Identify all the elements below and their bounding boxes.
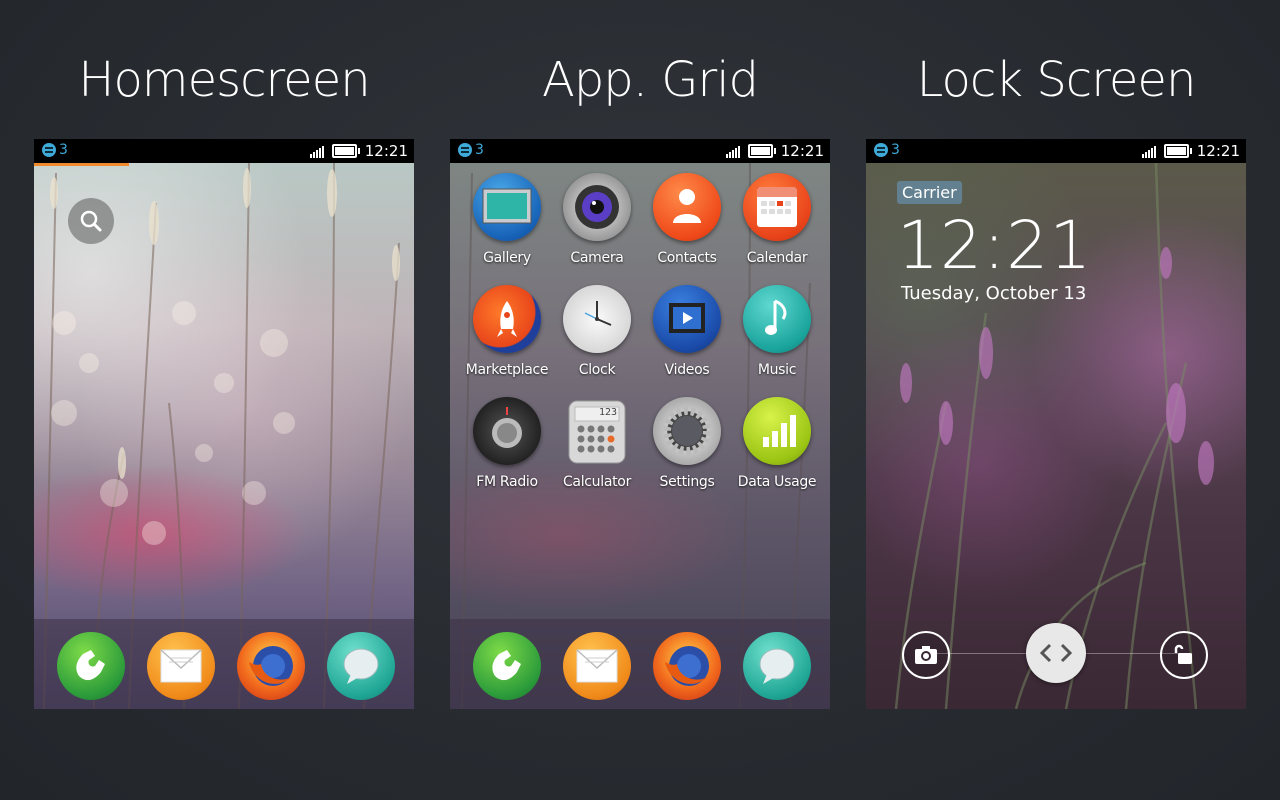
page-indicator bbox=[34, 163, 129, 166]
app-videos[interactable]: Videos bbox=[642, 285, 732, 378]
homescreen-heading: Homescreen bbox=[78, 52, 370, 108]
status-bar: 3 12:21 bbox=[34, 139, 414, 163]
dock bbox=[450, 619, 830, 709]
gallery-icon bbox=[473, 173, 541, 241]
status-time: 12:21 bbox=[1196, 142, 1240, 160]
carrier-label: Carrier bbox=[897, 181, 962, 204]
notification-indicator[interactable]: 3 bbox=[458, 142, 484, 158]
phone-icon[interactable] bbox=[473, 632, 541, 700]
lock-clock: 12:21 bbox=[897, 207, 1093, 284]
battery-icon bbox=[747, 144, 776, 158]
app-contacts[interactable]: Contacts bbox=[642, 173, 732, 266]
app-grid-heading: App. Grid bbox=[541, 52, 759, 108]
battery-icon bbox=[1163, 144, 1192, 158]
camera-icon bbox=[915, 646, 937, 664]
contacts-icon bbox=[653, 173, 721, 241]
app-label: Videos bbox=[664, 362, 710, 378]
signal-icon bbox=[1141, 145, 1156, 158]
settings-icon bbox=[653, 397, 721, 465]
dock bbox=[34, 619, 414, 709]
camera-icon bbox=[563, 173, 631, 241]
app-label: Contacts bbox=[657, 250, 717, 266]
firefox-icon[interactable] bbox=[653, 632, 721, 700]
calculator-icon: 123 bbox=[563, 397, 631, 465]
calendar-icon bbox=[743, 173, 811, 241]
status-bar: 3 12:21 bbox=[866, 139, 1246, 163]
app-marketplace[interactable]: Marketplace bbox=[462, 285, 552, 378]
app-label: Calendar bbox=[746, 250, 808, 266]
app-gallery[interactable]: Gallery bbox=[462, 173, 552, 266]
notification-count: 3 bbox=[475, 142, 484, 158]
signal-icon bbox=[725, 145, 740, 158]
app-camera[interactable]: Camera bbox=[552, 173, 642, 266]
app-music[interactable]: Music bbox=[732, 285, 822, 378]
calculator-display: 123 bbox=[598, 407, 617, 418]
phone-icon[interactable] bbox=[57, 632, 125, 700]
battery-icon bbox=[331, 144, 360, 158]
notification-indicator[interactable]: 3 bbox=[874, 142, 900, 158]
firefox-icon[interactable] bbox=[237, 632, 305, 700]
notification-icon bbox=[874, 143, 888, 157]
marketplace-icon bbox=[473, 285, 541, 353]
status-time: 12:21 bbox=[364, 142, 408, 160]
app-label: Clock bbox=[578, 362, 616, 378]
app-calculator[interactable]: 123 Calculator bbox=[552, 397, 642, 490]
search-icon bbox=[80, 210, 102, 232]
clock-icon bbox=[563, 285, 631, 353]
notification-count: 3 bbox=[59, 142, 68, 158]
data-usage-icon bbox=[743, 397, 811, 465]
unlock-icon bbox=[1174, 644, 1192, 664]
lock-screen-phone: 3 12:21 Carrier 12:21 Tuesday, October 1… bbox=[866, 139, 1246, 709]
app-grid-phone: 3 12:21 Gallery Camera Contacts Calendar… bbox=[450, 139, 830, 709]
unlock-button[interactable] bbox=[1160, 631, 1208, 679]
lock-date: Tuesday, October 13 bbox=[901, 283, 1087, 304]
homescreen-phone: 3 12:21 bbox=[34, 139, 414, 709]
app-calendar[interactable]: Calendar bbox=[732, 173, 822, 266]
app-label: Calculator bbox=[562, 474, 632, 490]
app-label: FM Radio bbox=[476, 474, 538, 490]
status-bar: 3 12:21 bbox=[450, 139, 830, 163]
messages-icon[interactable] bbox=[743, 632, 811, 700]
app-label: Data Usage bbox=[737, 474, 817, 490]
notification-icon bbox=[458, 143, 472, 157]
app-label: Settings bbox=[659, 474, 715, 490]
mail-icon[interactable] bbox=[563, 632, 631, 700]
unlock-slider-handle[interactable] bbox=[1026, 623, 1086, 683]
app-label: Marketplace bbox=[465, 362, 549, 378]
camera-button[interactable] bbox=[902, 631, 950, 679]
mail-icon[interactable] bbox=[147, 632, 215, 700]
app-clock[interactable]: Clock bbox=[552, 285, 642, 378]
notification-indicator[interactable]: 3 bbox=[42, 142, 68, 158]
signal-icon bbox=[309, 145, 324, 158]
notification-count: 3 bbox=[891, 142, 900, 158]
videos-icon bbox=[653, 285, 721, 353]
notification-icon bbox=[42, 143, 56, 157]
music-icon bbox=[743, 285, 811, 353]
app-fm-radio[interactable]: FM Radio bbox=[462, 397, 552, 490]
chevrons-icon bbox=[1039, 643, 1073, 663]
app-label: Music bbox=[757, 362, 797, 378]
status-time: 12:21 bbox=[780, 142, 824, 160]
app-label: Gallery bbox=[483, 250, 531, 266]
search-button[interactable] bbox=[68, 198, 114, 244]
lock-screen-heading: Lock Screen bbox=[916, 52, 1197, 108]
app-label: Camera bbox=[570, 250, 624, 266]
fm-radio-icon bbox=[473, 397, 541, 465]
app-settings[interactable]: Settings bbox=[642, 397, 732, 490]
messages-icon[interactable] bbox=[327, 632, 395, 700]
app-data-usage[interactable]: Data Usage bbox=[732, 397, 822, 490]
